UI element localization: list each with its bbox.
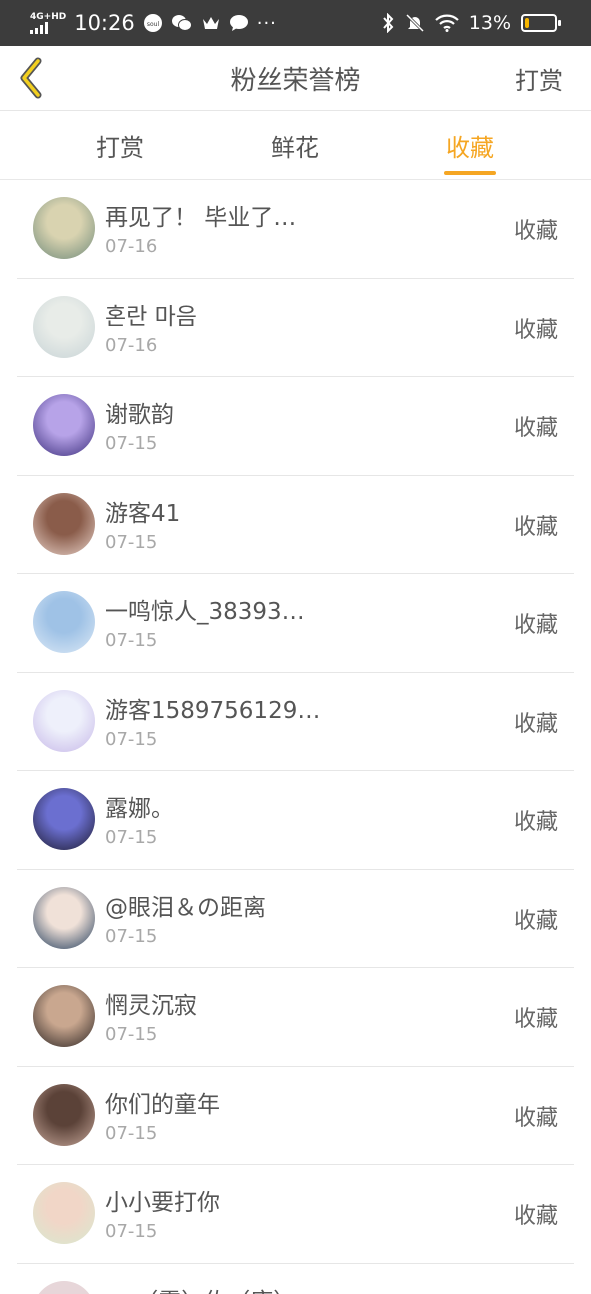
more-notifications: ···: [256, 12, 277, 34]
fan-name: 你们的童年: [105, 1091, 220, 1118]
avatar[interactable]: [33, 295, 95, 358]
chevron-left-icon: [20, 57, 42, 99]
tab-label: 打赏: [96, 133, 144, 162]
fan-name: 游客41: [105, 500, 181, 527]
soul-app-icon: soul: [143, 13, 163, 33]
fan-name: 小小要打你: [105, 1190, 220, 1216]
fan-name: 再见了！ 毕业了…: [105, 205, 297, 231]
fan-date: 07-15: [105, 1221, 158, 1242]
tab-tips[interactable]: 打赏: [60, 111, 180, 179]
action-label: 收藏: [513, 416, 558, 441]
fan-list: 再见了！ 毕业了… 07-16 收藏 혼란 마음 07-16 收藏 谢歌韵 07-15 收藏 游客…: [0, 180, 591, 1294]
avatar[interactable]: [33, 689, 95, 752]
tab-bar: 打赏 鲜花 收藏: [0, 111, 591, 180]
avatar[interactable]: [33, 1083, 95, 1146]
tab-label: 鲜花: [271, 133, 319, 162]
page-title: 粉丝荣誉榜: [230, 65, 361, 96]
chat-bubble-icon: [229, 14, 249, 32]
list-item-partial[interactable]: … （零）佐（康）…: [17, 1264, 574, 1294]
fan-name: 혼란 마음: [105, 303, 197, 330]
list-item[interactable]: 露娜。 07-15 收藏: [17, 771, 574, 870]
tab-favorites[interactable]: 收藏: [410, 111, 530, 179]
fan-date: 07-16: [105, 334, 158, 356]
tab-flowers[interactable]: 鲜花: [235, 111, 355, 179]
list-item[interactable]: @眼泪＆の距离 07-15 收藏: [17, 870, 574, 968]
active-tab-indicator: [444, 171, 496, 175]
list-item[interactable]: 游客1589756129… 07-15 收藏: [17, 673, 574, 771]
fan-date: 07-15: [105, 433, 158, 454]
wifi-icon: [435, 14, 459, 32]
action-label: 收藏: [513, 810, 558, 835]
list-item[interactable]: 小小要打你 07-15 收藏: [17, 1165, 574, 1264]
signal-icon: 4G+HD: [30, 11, 67, 34]
battery-icon: [521, 14, 561, 32]
fan-date: 07-15: [105, 827, 158, 848]
svg-text:soul: soul: [147, 21, 160, 28]
avatar[interactable]: [33, 591, 95, 653]
fan-date: 07-15: [105, 531, 158, 553]
avatar[interactable]: [33, 394, 95, 456]
tab-label: 收藏: [446, 133, 494, 162]
fan-date: 07-15: [105, 1122, 158, 1144]
list-item[interactable]: 再见了！ 毕业了… 07-16 收藏: [17, 180, 574, 279]
fan-name: 谢歌韵: [105, 402, 174, 428]
fan-date: 07-15: [105, 925, 158, 947]
list-item[interactable]: 혼란 마음 07-16 收藏: [17, 279, 574, 377]
nav-bar: 粉丝荣誉榜 打赏: [0, 46, 591, 111]
fan-date: 07-16: [105, 236, 158, 257]
list-item[interactable]: 惘灵沉寂 07-15 收藏: [17, 968, 574, 1067]
fan-date: 07-15: [105, 728, 158, 750]
list-item[interactable]: 谢歌韵 07-15 收藏: [17, 377, 574, 476]
fan-name: 露娜。: [105, 796, 174, 822]
action-label: 收藏: [513, 1007, 558, 1032]
avatar[interactable]: [33, 197, 95, 259]
crown-icon: [201, 14, 221, 32]
list-item[interactable]: 游客41 07-15 收藏: [17, 476, 574, 574]
action-label: 收藏: [513, 908, 558, 934]
avatar[interactable]: [33, 492, 95, 555]
network-type: 4G+HD: [30, 11, 67, 22]
avatar[interactable]: [33, 788, 95, 850]
action-label: 收藏: [513, 219, 558, 244]
fan-name: 惘灵沉寂: [105, 993, 197, 1019]
avatar[interactable]: [33, 886, 95, 949]
mute-bell-icon: [405, 13, 425, 33]
fan-date: 07-15: [105, 1024, 158, 1045]
action-label: 收藏: [513, 1105, 558, 1131]
fan-name: 一鸣惊人_38393…: [105, 599, 305, 625]
avatar[interactable]: [33, 985, 95, 1047]
avatar[interactable]: [33, 1182, 95, 1244]
battery-percent: 13%: [468, 12, 511, 34]
action-label: 收藏: [513, 1204, 558, 1229]
fan-name: @眼泪＆の距离: [105, 894, 266, 921]
status-bar: 4G+HD 10:26 soul ··· 13%: [0, 0, 591, 46]
fan-date: 07-15: [105, 630, 158, 651]
list-item[interactable]: 你们的童年 07-15 收藏: [17, 1067, 574, 1165]
action-label: 收藏: [513, 613, 558, 638]
fan-name: 游客1589756129…: [105, 697, 321, 724]
bluetooth-icon: [381, 13, 395, 33]
fan-name: … （零）佐（康）…: [105, 1282, 319, 1294]
avatar[interactable]: [33, 1280, 95, 1294]
tip-button[interactable]: 打赏: [515, 61, 563, 96]
status-time: 10:26: [74, 11, 135, 35]
back-button[interactable]: [14, 56, 48, 100]
action-label: 收藏: [513, 317, 558, 343]
list-item[interactable]: 一鸣惊人_38393… 07-15 收藏: [17, 574, 574, 673]
action-label: 收藏: [513, 711, 558, 737]
action-label: 收藏: [513, 514, 558, 540]
wechat-icon: [171, 13, 193, 33]
